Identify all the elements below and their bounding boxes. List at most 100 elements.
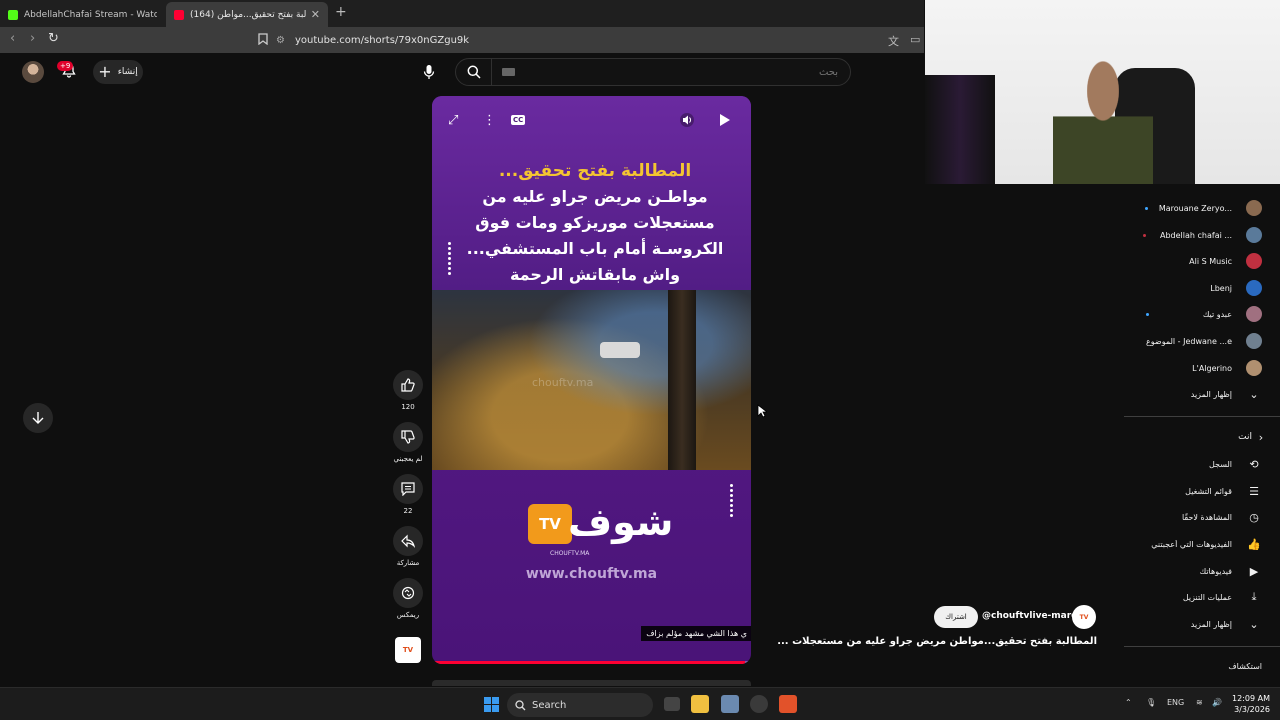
notifications-badge: +9 [57, 61, 74, 71]
obs-icon[interactable] [750, 695, 768, 713]
forward-icon[interactable]: › [30, 31, 35, 46]
tray-chevron-icon[interactable]: ⌃ [1125, 698, 1132, 707]
volume-icon[interactable]: 🔊 [1212, 698, 1222, 707]
browser-tab-strip: AbdellahChafai Stream - Watch Live (164)… [0, 0, 924, 27]
comments-action: 22 [392, 474, 424, 515]
dislike-label: لم يعجبني [393, 455, 423, 463]
show-more-label: إظهار المزيد [1190, 389, 1232, 399]
volume-icon[interactable] [679, 113, 695, 131]
gaming-pc-shape [925, 75, 995, 184]
subscribe-button[interactable]: اشتراك [934, 606, 978, 628]
camera-app-icon[interactable] [721, 695, 739, 713]
explore-header: استكشاف [1124, 653, 1280, 679]
share-button[interactable] [393, 526, 423, 556]
show-more-you[interactable]: إظهار المزيد ⌄ [1124, 611, 1280, 637]
guide-item-label: السجل [1208, 459, 1232, 469]
channel-avatar[interactable]: TV [1072, 605, 1096, 629]
create-label: إنشاء [117, 67, 138, 77]
share-label: مشاركة [396, 559, 420, 567]
site-info-icon[interactable]: ⚙ [276, 35, 285, 46]
comments-button[interactable] [393, 474, 423, 504]
next-short-button[interactable] [23, 403, 53, 433]
bookmark-icon[interactable] [258, 33, 268, 48]
streamer-figure [1053, 60, 1153, 184]
dislike-button[interactable] [393, 422, 423, 452]
subscription-name: L'Algerino [1192, 363, 1232, 373]
brand-panel: TV شوف CHOUFTV.MA www.chouftv.ma ي هذا ا… [432, 470, 751, 664]
channel-avatar [1246, 200, 1262, 216]
subscription-name: Ali S Music [1189, 256, 1232, 266]
browser-tab-stream[interactable]: AbdellahChafai Stream - Watch Live [0, 2, 165, 27]
microphone-icon [423, 65, 435, 79]
remix-button[interactable] [393, 578, 423, 608]
channel-handle[interactable]: @chouftvlive-maroc [982, 611, 1083, 621]
tray-mic-icon[interactable]: 🎙 [1146, 698, 1156, 707]
cast-icon[interactable]: ▭ [910, 33, 920, 46]
search-box [455, 58, 851, 86]
you-section-header[interactable]: أنت › [1124, 424, 1280, 450]
taskbar-search[interactable]: Search [507, 693, 653, 717]
file-explorer-icon[interactable] [691, 695, 709, 713]
windows-taskbar: Search ⌃ 🎙 ENG ≋ 🔊 12:09 AM 3/3/2026 [0, 687, 1280, 720]
more-options-icon[interactable]: ⋮ [483, 113, 496, 128]
subscription-item[interactable]: Abdellah chafai ... [1124, 222, 1280, 248]
like-button[interactable] [393, 370, 423, 400]
explore-label: استكشاف [1228, 661, 1262, 671]
channel-avatar [1246, 227, 1262, 243]
clock-date: 3/3/2026 [1234, 705, 1270, 714]
progress-bar[interactable] [432, 661, 751, 664]
subscription-item[interactable]: Lbenj [1124, 275, 1280, 301]
thumbs-up-icon [401, 378, 415, 392]
subscription-name: Abdellah chafai ... [1160, 230, 1232, 240]
browser-tab-youtube[interactable]: (164) المطالبة بفتح تحقيق...مواطن ✕ [166, 2, 328, 27]
guide-item-downloads[interactable]: عمليات التنزيل ⤓ [1124, 584, 1280, 610]
show-more-subscriptions[interactable]: إظهار المزيد ⌄ [1124, 381, 1280, 407]
arrow-down-icon [32, 412, 44, 424]
fullscreen-icon[interactable]: ⤢ [448, 113, 458, 128]
shorts-player[interactable]: ⤢ ⋮ CC المطالبة بفتح تحقيق... مواطـن مري… [432, 96, 751, 664]
share-icon [401, 534, 415, 548]
captions-icon[interactable]: CC [511, 115, 526, 125]
taskbar-clock[interactable]: 12:09 AM 3/3/2026 [1226, 693, 1270, 715]
subscription-item[interactable]: Ali S Music [1124, 248, 1280, 274]
wifi-icon[interactable]: ≋ [1196, 698, 1203, 707]
tree-shape [668, 290, 696, 470]
car-shape [600, 342, 640, 358]
guide-item-playlists[interactable]: قوائم التشغيل ☰ [1124, 478, 1280, 504]
translate-icon[interactable]: 文 [888, 33, 899, 49]
windows-start-icon[interactable] [484, 697, 499, 712]
webcam-overlay [925, 0, 1280, 184]
guide-item-label: الفيديوهات التي أعجبتني [1151, 539, 1232, 549]
task-view-icon[interactable] [664, 697, 680, 711]
guide-item-liked-videos[interactable]: الفيديوهات التي أعجبتني 👍 [1124, 531, 1280, 557]
voice-search-button[interactable] [418, 61, 440, 83]
clock-time: 12:09 AM [1232, 694, 1270, 703]
close-tab-icon[interactable]: ✕ [311, 8, 320, 21]
subscription-item[interactable]: الموضوع - Jedwane ...e [1124, 328, 1280, 354]
search-button[interactable] [456, 59, 492, 85]
guide-item-history[interactable]: السجل ⟲ [1124, 451, 1280, 477]
subscription-name: الموضوع - Jedwane ...e [1146, 336, 1232, 346]
downloads-icon: ⤓ [1251, 590, 1257, 603]
brave-browser-icon[interactable] [779, 695, 797, 713]
back-icon[interactable]: ‹ [10, 31, 15, 46]
new-tab-icon[interactable]: + [335, 4, 347, 20]
address-bar[interactable]: ⚙ youtube.com/shorts/79x0nGZgu9k [276, 30, 876, 50]
language-indicator[interactable]: ENG [1167, 698, 1184, 707]
video-caption: ي هذا الشي مشهد مؤلم بزاف [641, 626, 751, 641]
reload-icon[interactable]: ↻ [48, 31, 59, 46]
site-watermark: www.chouftv.ma [525, 566, 658, 582]
play-icon[interactable] [719, 113, 731, 131]
frame-watermark: chouftv.ma [532, 376, 594, 389]
search-input[interactable] [498, 62, 838, 82]
video-title[interactable]: المطالبة بفتح تحقيق...مواطن مريض جراو عل… [777, 636, 1097, 647]
account-avatar[interactable] [22, 61, 44, 83]
create-button[interactable]: + إنشاء [93, 60, 143, 84]
sound-channel-thumbnail[interactable]: TV [395, 637, 421, 663]
playlists-icon: ☰ [1249, 484, 1259, 498]
subscription-item[interactable]: L'Algerino [1124, 355, 1280, 381]
like-action: 120 [392, 370, 424, 411]
guide-item-watch-later[interactable]: المشاهدة لاحقًا ◷ [1124, 504, 1280, 530]
like-count: 120 [401, 403, 415, 411]
guide-item-your-videos[interactable]: فيديوهاتك ▶ [1124, 558, 1280, 584]
